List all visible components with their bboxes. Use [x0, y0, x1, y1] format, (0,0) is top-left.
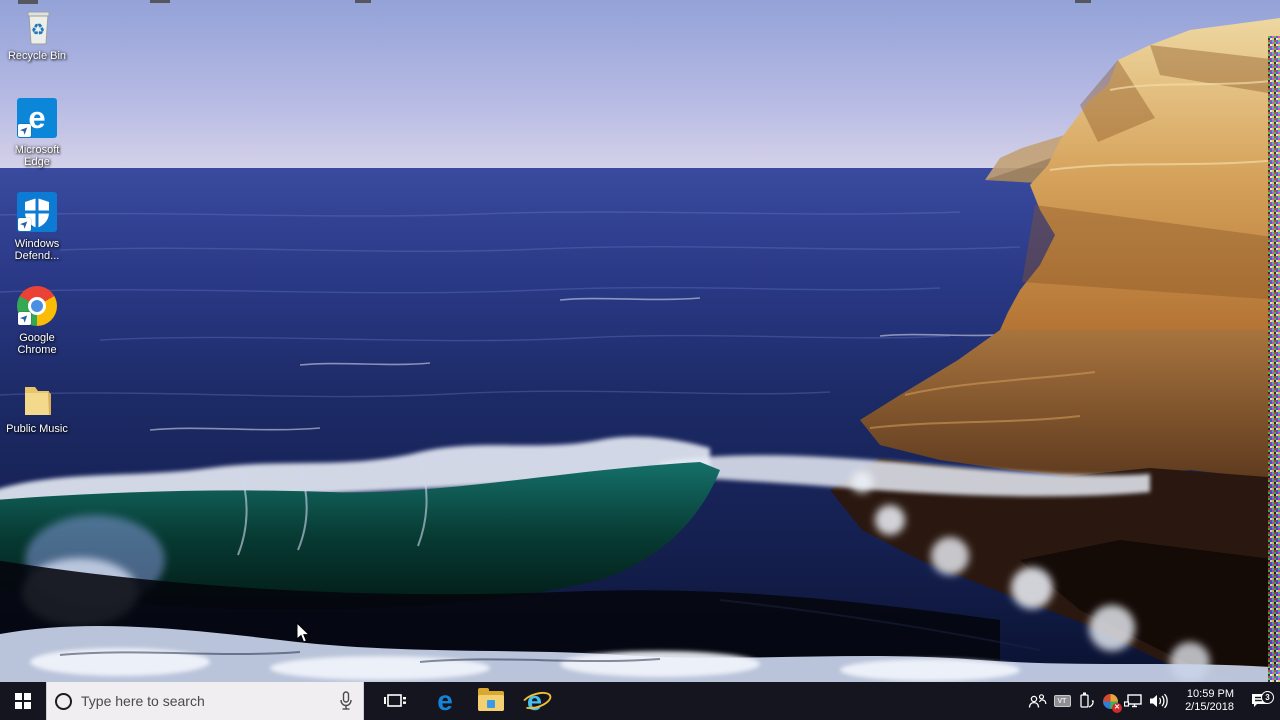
folder-icon	[15, 377, 59, 421]
taskbar-clock[interactable]: 10:59 PM 2/15/2018	[1170, 688, 1240, 714]
windows-logo-icon	[15, 693, 31, 709]
desktop-icon-public-music[interactable]: Public Music	[2, 377, 72, 435]
cortana-icon	[55, 692, 72, 710]
internet-explorer-icon: e	[519, 687, 554, 715]
windows-defender-tray-button[interactable]: ✕	[1098, 682, 1122, 720]
defender-icon: ➤	[15, 192, 59, 236]
desktop-icon-label: Google Chrome	[17, 332, 57, 356]
svg-text:♻: ♻	[31, 22, 45, 39]
desktop-screen: ♻ Recycle Bin e ➤ Microsoft Edge ➤ Windo…	[0, 0, 1280, 720]
taskbar-file-explorer-button[interactable]	[468, 682, 514, 720]
desktop-icon-label: Public Music	[6, 423, 68, 435]
people-button[interactable]	[1026, 682, 1050, 720]
clock-time: 10:59 PM	[1186, 688, 1234, 700]
network-tray-button[interactable]	[1122, 682, 1146, 720]
task-view-icon	[384, 694, 406, 707]
action-center-button[interactable]: 3	[1240, 691, 1280, 710]
wallpaper[interactable]	[0, 0, 1280, 682]
desktop-icon-label: Recycle Bin	[7, 50, 67, 62]
edge-icon: e ➤	[15, 98, 59, 142]
ocean-cliff-wallpaper	[0, 0, 1280, 682]
desktop-icon-windows-defender[interactable]: ➤ Windows Defend...	[2, 190, 72, 262]
search-input[interactable]	[81, 693, 329, 709]
desktop-icon-label: Microsoft Edge	[14, 144, 60, 168]
chrome-icon: ➤	[15, 286, 59, 330]
taskbar-edge-button[interactable]: e	[422, 682, 468, 720]
microphone-icon[interactable]	[329, 691, 363, 711]
safely-remove-hardware-button[interactable]	[1074, 682, 1098, 720]
vm-tools-tray-button[interactable]: VT	[1050, 682, 1074, 720]
volume-tray-button[interactable]	[1146, 682, 1170, 720]
clock-date: 2/15/2018	[1185, 701, 1234, 713]
mouse-cursor	[296, 621, 312, 649]
shortcut-arrow-icon: ➤	[17, 311, 31, 325]
usb-eject-icon	[1080, 692, 1094, 708]
shortcut-arrow-icon: ➤	[17, 123, 31, 137]
system-tray: VT ✕ 10:59 PM 2/15/2018 3	[1026, 682, 1280, 720]
file-explorer-icon	[478, 688, 504, 711]
defender-alert-badge: ✕	[1112, 703, 1122, 713]
recycle-bin-icon: ♻	[15, 4, 59, 48]
desktop-icon-label: Windows Defend...	[14, 238, 60, 262]
desktop-icon-recycle-bin[interactable]: ♻ Recycle Bin	[2, 4, 72, 62]
edge-icon: e	[437, 685, 453, 716]
desktop-icon-microsoft-edge[interactable]: e ➤ Microsoft Edge	[2, 96, 72, 168]
network-icon	[1124, 694, 1142, 708]
volume-icon	[1150, 693, 1168, 709]
start-button[interactable]	[0, 682, 46, 720]
taskbar: e e VT	[0, 682, 1280, 720]
shortcut-arrow-icon: ➤	[17, 217, 31, 231]
taskbar-search-box[interactable]	[46, 682, 364, 720]
vm-tools-icon: VT	[1053, 695, 1071, 707]
task-view-button[interactable]	[372, 682, 418, 720]
taskbar-internet-explorer-button[interactable]: e	[514, 682, 560, 720]
people-icon	[1028, 694, 1047, 708]
notification-count-badge: 3	[1261, 691, 1274, 704]
desktop-icon-google-chrome[interactable]: ➤ Google Chrome	[2, 284, 72, 356]
